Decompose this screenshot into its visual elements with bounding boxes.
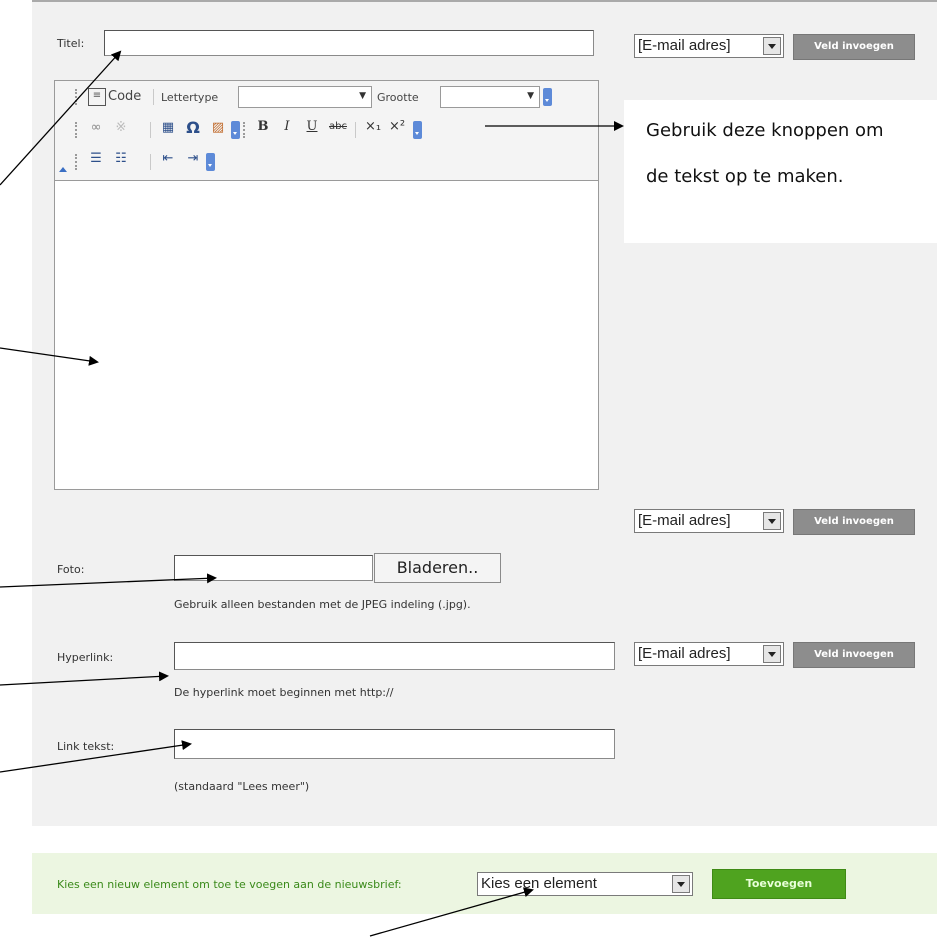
annotation-arrows — [0, 50, 624, 937]
arrow-to-titel — [0, 50, 122, 186]
arrow-to-element-select — [369, 887, 534, 937]
arrow-to-foto — [0, 573, 217, 588]
arrow-to-link-tekst — [0, 740, 192, 773]
arrow-to-editor — [0, 347, 99, 366]
arrow-to-hyperlink — [0, 671, 169, 686]
